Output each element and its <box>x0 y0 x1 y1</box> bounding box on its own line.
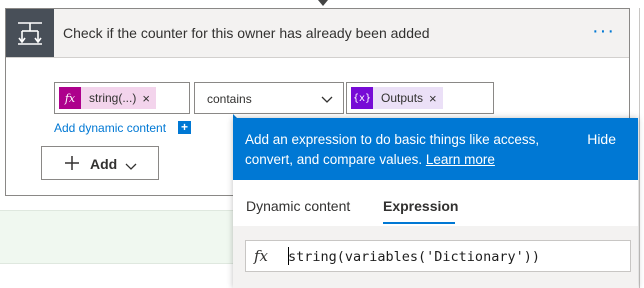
panel-description: Add an expression to do basic things lik… <box>245 130 565 170</box>
expression-panel: Add an expression to do basic things lik… <box>233 118 638 288</box>
remove-token-icon[interactable]: × <box>142 91 156 106</box>
condition-right-field[interactable]: {x} Outputs × <box>346 82 494 114</box>
condition-left-field[interactable]: fx string(...) × <box>54 82 190 114</box>
token-label: string(...) <box>89 91 137 105</box>
expression-row: fx string(variables('Dictionary')) <box>233 226 638 288</box>
operator-value: contains <box>207 92 252 106</box>
flow-connector-arrow <box>318 0 328 6</box>
tab-dynamic-content[interactable]: Dynamic content <box>246 198 350 214</box>
outputs-token[interactable]: {x} Outputs × <box>351 87 443 109</box>
panel-description-text: Add an expression to do basic things lik… <box>245 132 540 167</box>
more-options-icon[interactable]: ··· <box>592 20 615 43</box>
variable-braces-icon: {x} <box>351 87 373 109</box>
active-tab-indicator <box>383 222 455 224</box>
expression-value: string(variables('Dictionary')) <box>288 249 540 265</box>
add-button[interactable]: Add <box>41 146 159 180</box>
expression-input[interactable]: fx string(variables('Dictionary')) <box>245 240 631 272</box>
branch-background <box>0 210 234 264</box>
condition-icon <box>6 9 54 57</box>
chevron-down-icon <box>125 158 137 176</box>
tab-expression[interactable]: Expression <box>383 198 458 214</box>
string-token[interactable]: fx string(...) × <box>59 87 156 109</box>
panel-info-banner: Add an expression to do basic things lik… <box>233 118 638 180</box>
chevron-down-icon <box>321 93 333 107</box>
hide-button[interactable]: Hide <box>587 131 616 147</box>
token-label: Outputs <box>381 91 424 105</box>
card-title: Check if the counter for this owner has … <box>63 25 430 41</box>
panel-tabs: Dynamic content Expression <box>233 180 638 225</box>
add-dynamic-content-link[interactable]: Add dynamic content <box>54 121 166 135</box>
fx-icon: fx <box>59 87 81 109</box>
plus-icon <box>64 152 80 177</box>
add-button-label: Add <box>90 156 118 172</box>
fx-icon: fx <box>254 247 269 265</box>
learn-more-link[interactable]: Learn more <box>426 152 495 167</box>
add-dynamic-content-plus-icon[interactable]: + <box>178 121 191 134</box>
remove-token-icon[interactable]: × <box>429 91 443 106</box>
scrollbar-track[interactable] <box>639 8 640 288</box>
operator-select[interactable]: contains <box>194 82 344 114</box>
card-header[interactable]: Check if the counter for this owner has … <box>6 9 629 58</box>
